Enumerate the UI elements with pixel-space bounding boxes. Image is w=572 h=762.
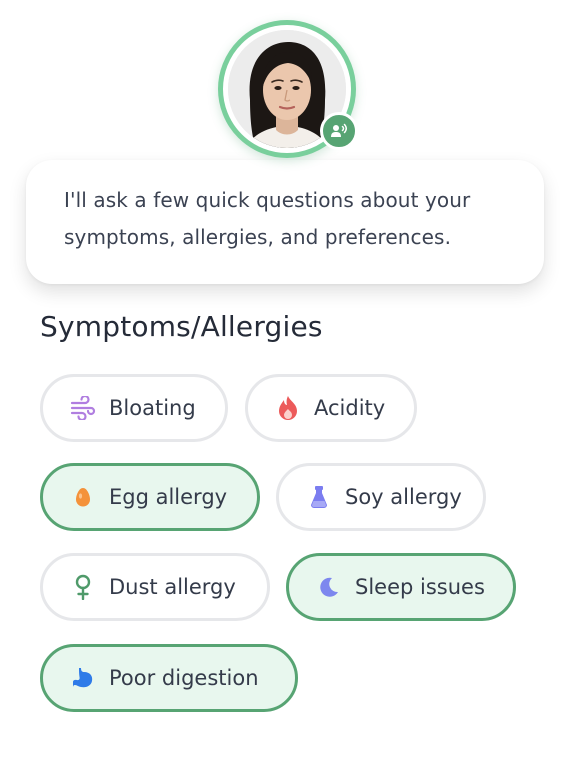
bottle-icon <box>305 483 333 511</box>
female-symbol-icon <box>69 573 97 601</box>
chip-acidity[interactable]: Acidity <box>245 374 417 442</box>
chip-sleep-issues[interactable]: Sleep issues <box>286 553 516 621</box>
section-title: Symptoms/Allergies <box>40 310 323 343</box>
wind-icon <box>69 394 97 422</box>
flame-icon <box>274 394 302 422</box>
chip-poor-digestion[interactable]: Poor digestion <box>40 644 298 712</box>
chip-label: Acidity <box>314 396 386 420</box>
voice-button[interactable] <box>320 112 358 150</box>
chip-bloating[interactable]: Bloating <box>40 374 228 442</box>
egg-icon <box>69 483 97 511</box>
intro-message-card: I'll ask a few quick questions about you… <box>26 160 544 284</box>
chip-label: Sleep issues <box>355 575 485 599</box>
chip-label: Bloating <box>109 396 196 420</box>
intro-message-text: I'll ask a few quick questions about you… <box>64 188 471 249</box>
screen: I'll ask a few quick questions about you… <box>0 0 572 762</box>
chip-label: Egg allergy <box>109 485 228 509</box>
voice-speaking-icon <box>331 123 347 137</box>
stomach-icon <box>69 664 97 692</box>
chip-label: Poor digestion <box>109 666 259 690</box>
chip-egg-allergy[interactable]: Egg allergy <box>40 463 260 531</box>
moon-icon <box>315 573 343 601</box>
chip-dust-allergy[interactable]: Dust allergy <box>40 553 270 621</box>
chip-label: Dust allergy <box>109 575 236 599</box>
chip-label: Soy allergy <box>345 485 462 509</box>
chip-soy-allergy[interactable]: Soy allergy <box>276 463 486 531</box>
